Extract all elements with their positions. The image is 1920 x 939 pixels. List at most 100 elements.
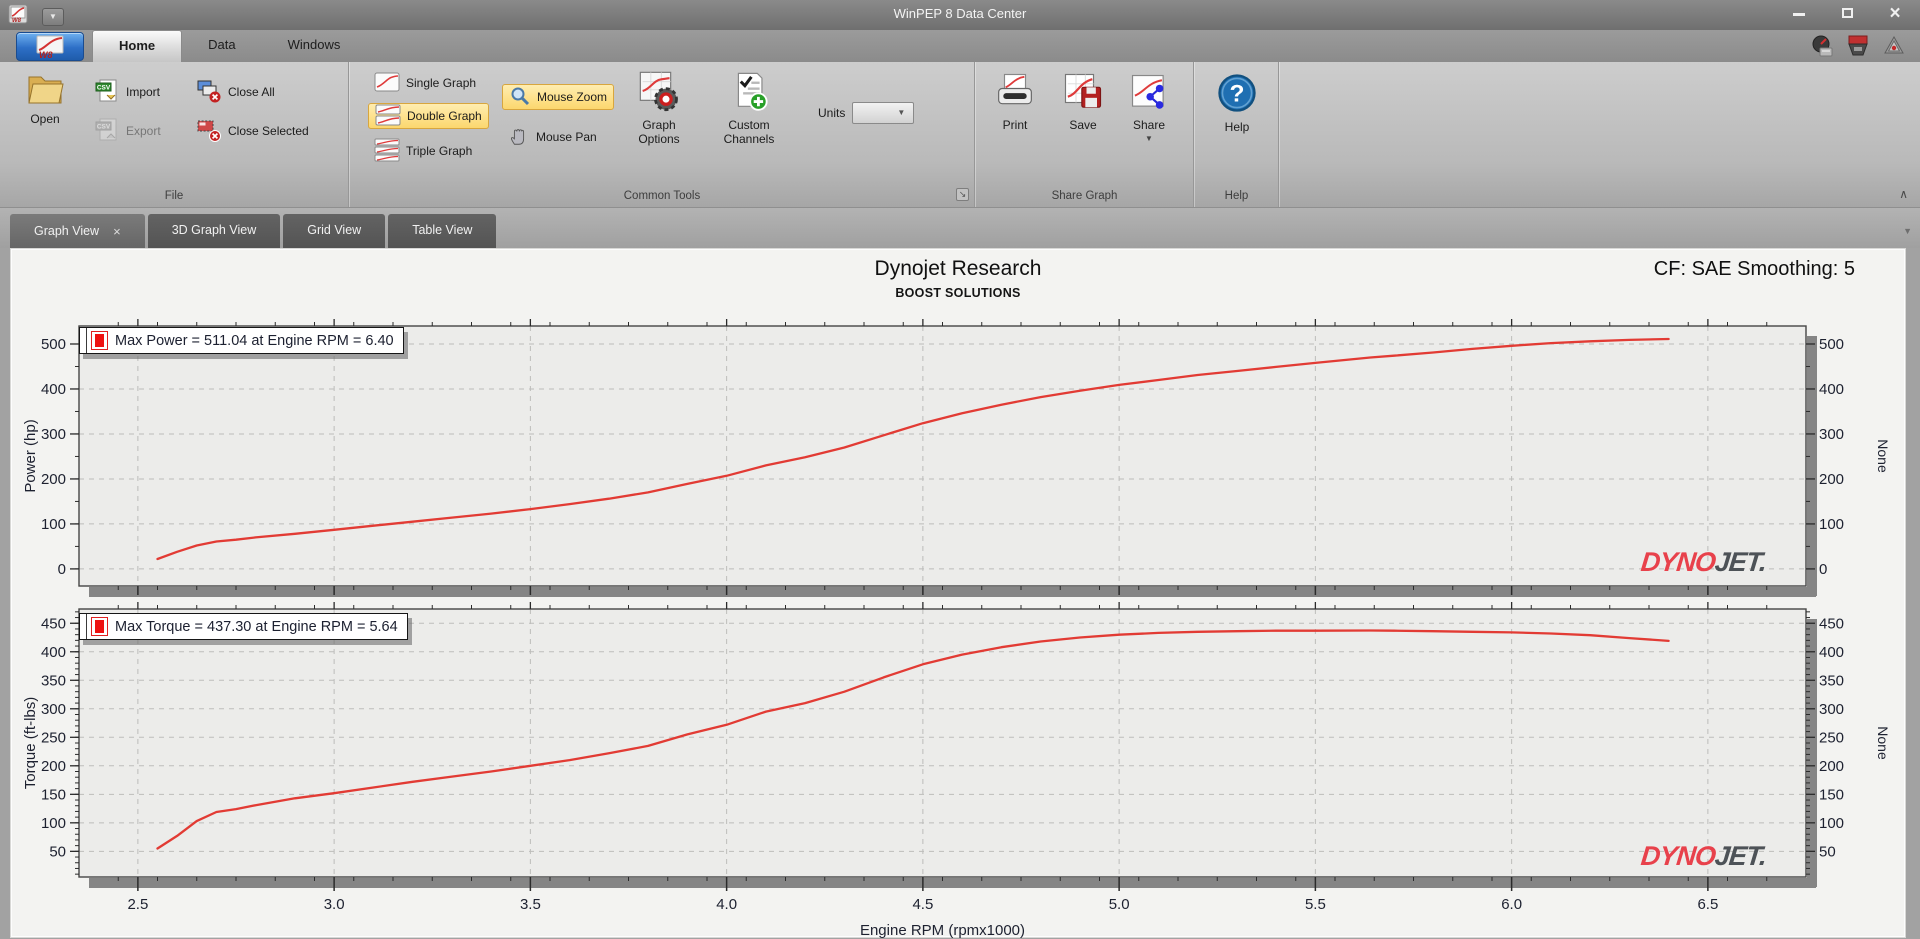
winpep-logo-icon: W8 [36,35,64,59]
dynojet-watermark: DYNOJET. [1639,841,1768,871]
tab-graph-view[interactable]: Graph View × [10,214,145,248]
y-axis-tick-label: 100 [41,815,66,832]
printer-icon [994,72,1036,115]
y-axis-title: Torque (ft-lbs) [22,697,39,790]
ribbon-tab-windows[interactable]: Windows [262,30,367,62]
ribbon-group-share: Print Save Share ▼ Share Graph [976,62,1194,207]
y-axis-tick-label-right: 0 [1819,561,1827,578]
x-axis-tick-label: 6.5 [1697,896,1718,913]
ribbon-tab-data[interactable]: Data [182,30,261,62]
view-tab-strip: Graph View × 3D Graph View Grid View Tab… [0,208,1920,248]
x-axis-tick-label: 5.5 [1305,896,1326,913]
collapse-ribbon-icon[interactable]: ∧ [1899,187,1908,201]
y-axis-tick-label-right: 100 [1819,516,1844,533]
y-axis-tick-label: 400 [41,381,66,398]
share-dropdown-icon[interactable]: ▼ [1145,134,1153,143]
graph-view-panel: Dynojet Research BOOST SOLUTIONS CF: SAE… [10,248,1906,939]
double-graph-button[interactable]: Double Graph [368,103,489,129]
custom-channels-icon [729,70,769,115]
magnifier-icon [509,85,531,110]
mouse-pan-button[interactable]: Mouse Pan [502,124,603,150]
graph-options-button[interactable]: Graph Options [628,70,690,146]
emblem-icon[interactable] [1882,34,1906,63]
right-axis-title: None [1875,439,1891,473]
x-axis-tick-label: 6.0 [1501,896,1522,913]
y-axis-tick-label-right: 200 [1819,758,1844,775]
torque-legend: Max Torque = 437.30 at Engine RPM = 5.64 [79,613,408,640]
dyno-device-icon[interactable] [1846,34,1870,63]
y-axis-tick-label-right: 300 [1819,426,1844,443]
y-axis-tick-label: 300 [41,426,66,443]
tab-overflow-icon[interactable]: ▼ [1903,226,1912,236]
open-button[interactable]: Open [14,72,76,126]
ribbon-group-file: Open CSV Import CSV Export Close All Clo… [0,62,349,207]
tab-grid-view[interactable]: Grid View [283,214,386,248]
share-button[interactable]: Share ▼ [1118,72,1180,143]
title-bar: W8 ▼ WinPEP 8 Data Center × [0,0,1920,30]
csv-import-icon: CSV [94,78,120,107]
triple-graph-button[interactable]: Triple Graph [368,138,478,164]
y-axis-tick-label-right: 350 [1819,672,1844,689]
x-axis-tick-label: 3.5 [520,896,541,913]
save-icon [1062,72,1104,115]
svg-text:?: ? [1230,81,1245,108]
ribbon-group-common-tools: Single Graph Double Graph Triple Graph M… [350,62,975,207]
y-axis-tick-label-right: 150 [1819,786,1844,803]
tab-close-icon[interactable]: × [113,224,121,239]
single-graph-icon [374,72,400,95]
application-button[interactable]: W8 [16,32,84,61]
power-series-swatch [91,331,108,350]
units-dropdown[interactable]: ▼ [852,102,915,124]
max-torque-label: Max Torque = 437.30 at Engine RPM = 5.64 [115,618,398,635]
maximize-button[interactable] [1836,5,1858,23]
custom-channels-button[interactable]: Custom Channels [718,70,780,146]
torque-series-swatch [91,617,108,636]
csv-export-icon: CSV [94,117,120,146]
svg-text:W8: W8 [39,50,53,59]
single-graph-button[interactable]: Single Graph [368,70,482,96]
y-axis-tick-label-right: 100 [1819,815,1844,832]
y-axis-tick-label: 200 [41,758,66,775]
y-axis-tick-label: 450 [41,615,66,632]
x-axis-tick-label: 2.5 [127,896,148,913]
max-power-label: Max Power = 511.04 at Engine RPM = 6.40 [115,332,394,349]
chevron-down-icon: ▼ [897,108,906,117]
right-axis-title: None [1875,726,1891,760]
graph-options-icon [638,70,680,115]
power-chart[interactable]: 0 0 100 100 200 200 300 300 400 400 500 500 Power (h… [22,319,1891,597]
close-button[interactable]: × [1884,4,1906,23]
close-all-button[interactable]: Close All [190,79,281,105]
ribbon-tab-home[interactable]: Home [92,30,183,62]
print-button[interactable]: Print [984,72,1046,132]
y-axis-tick-label: 250 [41,729,66,746]
y-axis-tick-label: 100 [41,516,66,533]
help-button[interactable]: ? Help [1206,72,1268,134]
dyno-gauge-icon[interactable] [1810,34,1834,63]
y-axis-tick-label: 350 [41,672,66,689]
save-button[interactable]: Save [1052,72,1114,132]
power-legend: Max Power = 511.04 at Engine RPM = 6.40 [79,327,404,354]
y-axis-tick-label-right: 250 [1819,729,1844,746]
y-axis-tick-label-right: 400 [1819,381,1844,398]
tab-table-view[interactable]: Table View [388,214,497,248]
y-axis-tick-label: 200 [41,471,66,488]
export-button[interactable]: CSV Export [88,118,167,144]
y-axis-tick-label: 150 [41,786,66,803]
y-axis-tick-label: 500 [41,336,66,353]
triple-graph-icon [374,138,400,165]
y-axis-tick-label-right: 400 [1819,644,1844,661]
ribbon: Open CSV Import CSV Export Close All Clo… [0,62,1920,208]
dynojet-watermark: DYNOJET. [1639,547,1768,577]
close-selected-icon [196,117,222,146]
svg-text:CSV: CSV [97,84,111,91]
ribbon-tab-row: W8 Home Data Windows [0,30,1920,62]
mouse-zoom-button[interactable]: Mouse Zoom [502,84,615,110]
common-tools-dialog-launcher[interactable]: ↘ [956,188,969,201]
close-selected-button[interactable]: Close Selected [190,118,315,144]
import-button[interactable]: CSV Import [88,79,166,105]
tab-3d-graph-view[interactable]: 3D Graph View [147,214,281,248]
torque-chart[interactable]: 50 50 100 100 150 150 200 200 250 250 300 300 350 350… [22,602,1891,939]
double-graph-icon [375,104,401,129]
y-axis-tick-label-right: 300 [1819,701,1844,718]
minimize-button[interactable] [1788,5,1810,23]
